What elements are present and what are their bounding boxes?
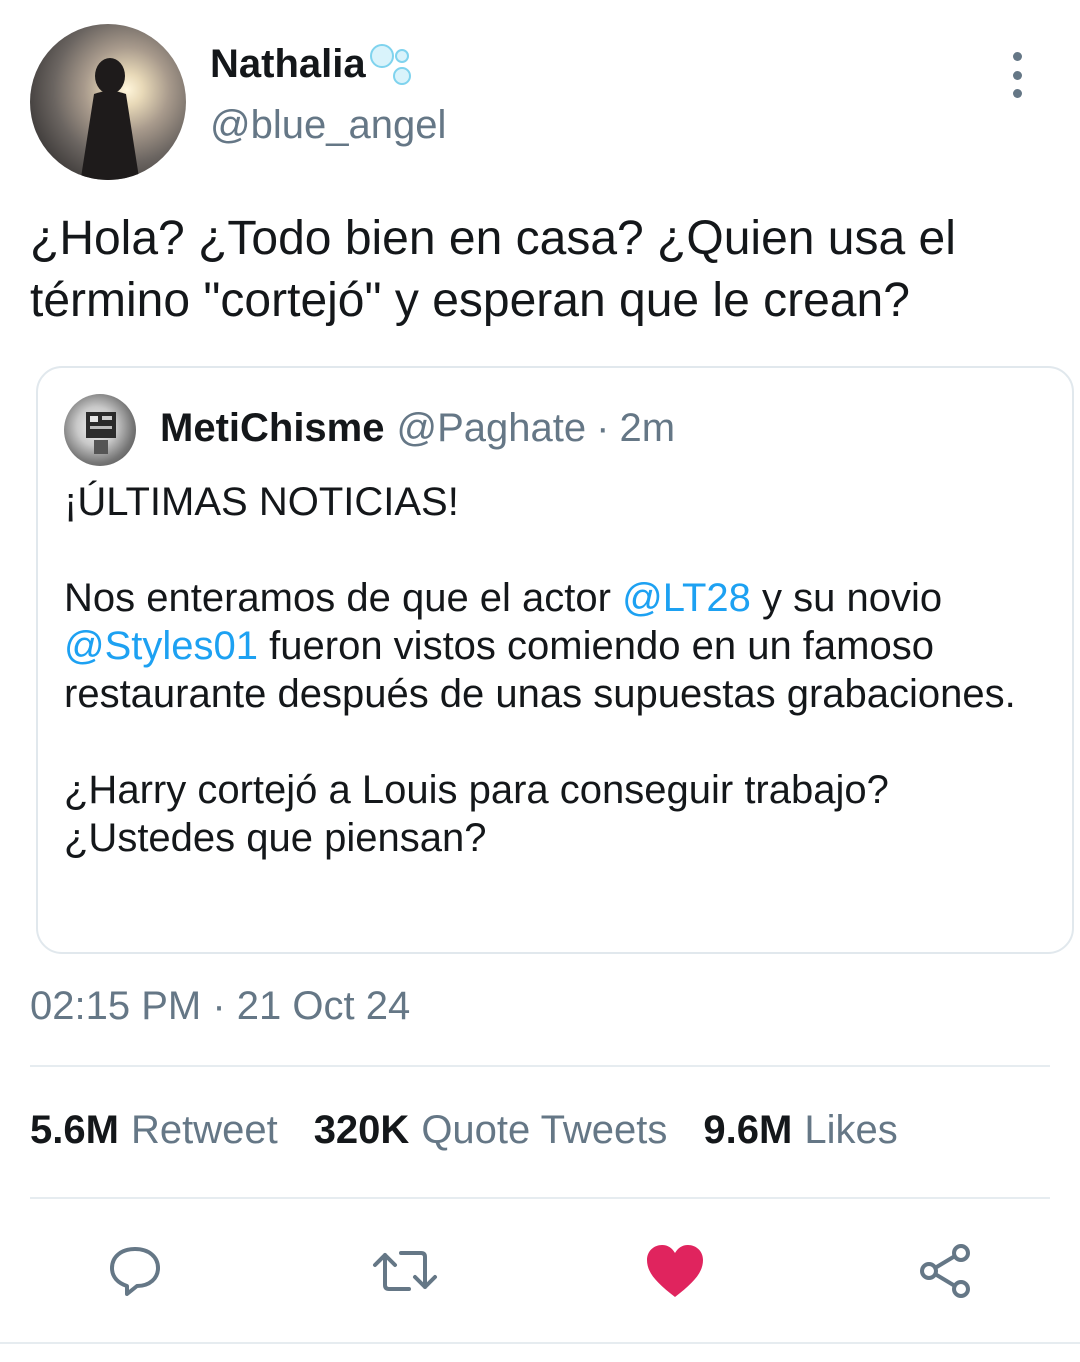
- quoted-display-name[interactable]: MetiChisme: [160, 406, 385, 451]
- tweet-text: ¿Hola? ¿Todo bien en casa? ¿Quien usa el…: [30, 212, 956, 327]
- likes-label: Likes: [804, 1108, 898, 1152]
- quote-tweets-stat[interactable]: 320K Quote Tweets: [314, 1108, 668, 1153]
- bubbles-icon: [369, 44, 411, 85]
- quoted-question-line: ¿Harry cortejó a Louis para conseguir tr…: [64, 768, 889, 812]
- share-icon[interactable]: [910, 1236, 980, 1306]
- retweet-icon[interactable]: [370, 1236, 440, 1306]
- reply-icon[interactable]: [100, 1236, 170, 1306]
- likes-stat[interactable]: 9.6M Likes: [703, 1108, 897, 1153]
- author-avatar[interactable]: [30, 24, 186, 180]
- more-vertical-icon[interactable]: [1000, 52, 1034, 98]
- avatar-silhouette: [80, 58, 140, 180]
- divider: [30, 1065, 1050, 1067]
- tweet-timestamp[interactable]: 02:15 PM · 21 Oct 24: [30, 984, 410, 1029]
- reply-icon-graphic: [110, 1247, 160, 1296]
- quoted-tweet-card[interactable]: MetiChisme @Paghate · 2m ¡ÚLTIMAS NOTICI…: [36, 366, 1074, 954]
- heart-icon-graphic: [647, 1245, 703, 1297]
- divider: [30, 1197, 1050, 1199]
- quoted-author-avatar[interactable]: [64, 394, 136, 466]
- quoted-text-segment: y su novio: [750, 576, 943, 620]
- quoted-paragraph: Nos enteramos de que el actor @LT28 y su…: [64, 574, 1054, 718]
- mention-link[interactable]: @Styles01: [64, 624, 258, 668]
- retweets-count: 5.6M: [30, 1108, 119, 1152]
- quoted-question-line: ¿Ustedes que piensan?: [64, 816, 487, 860]
- quoted-text-segment: Nos enteramos de que el actor: [64, 576, 623, 620]
- heart-icon[interactable]: [640, 1236, 710, 1306]
- author-handle[interactable]: @blue_angel: [210, 103, 446, 148]
- retweets-label: Retweet: [130, 1108, 278, 1152]
- quoted-headline: ¡ÚLTIMAS NOTICIAS!: [64, 480, 459, 524]
- engagement-stats: 5.6M Retweet 320K Quote Tweets 9.6M Likes: [30, 1108, 934, 1153]
- likes-count: 9.6M: [703, 1108, 793, 1152]
- quoted-handle[interactable]: @Paghate: [397, 406, 587, 451]
- quoted-header: MetiChisme @Paghate · 2m: [160, 406, 675, 451]
- quoted-separator: ·: [596, 406, 610, 450]
- quoted-time-ago: 2m: [619, 406, 676, 450]
- mention-link[interactable]: @LT28: [622, 576, 751, 620]
- quotes-label: Quote Tweets: [421, 1108, 668, 1152]
- retweet-icon-graphic: [373, 1251, 437, 1291]
- quotes-count: 320K: [313, 1108, 410, 1152]
- quoted-body: ¡ÚLTIMAS NOTICIAS! Nos enteramos de que …: [64, 478, 1054, 862]
- share-icon-graphic: [920, 1244, 970, 1298]
- retweets-stat[interactable]: 5.6M Retweet: [30, 1108, 278, 1153]
- author-display-name-row[interactable]: Nathalia: [210, 38, 420, 90]
- quoted-avatar-graphic: [86, 412, 116, 454]
- author-display-name[interactable]: Nathalia: [210, 42, 366, 87]
- bottom-divider: [0, 1342, 1080, 1344]
